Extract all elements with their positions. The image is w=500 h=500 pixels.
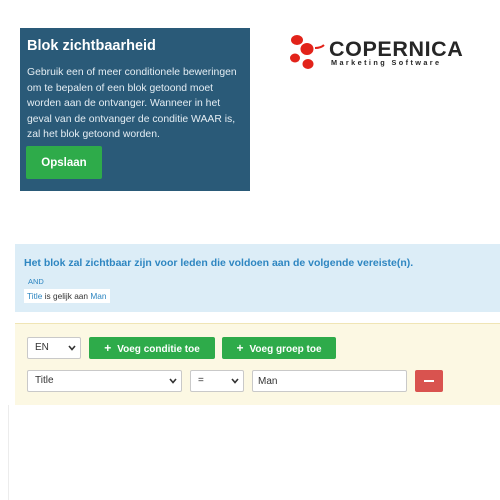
- language-select[interactable]: EN: [27, 337, 81, 359]
- save-button[interactable]: Opslaan: [26, 146, 102, 179]
- summary-operator: AND: [28, 277, 44, 286]
- logo-tagline: Marketing Software: [331, 58, 442, 67]
- remove-condition-button[interactable]: [415, 370, 443, 392]
- summary-condition-field: Title: [27, 291, 43, 301]
- language-select-value: EN: [35, 342, 49, 353]
- chevron-down-icon: [231, 378, 239, 384]
- add-group-label: Voeg groep toe: [249, 344, 322, 355]
- summary-condition-value: Man: [90, 291, 107, 301]
- condition-value-input[interactable]: [252, 370, 407, 392]
- field-select-value: Title: [35, 375, 54, 386]
- condition-summary: Het blok zal zichtbaar zijn voor leden d…: [15, 244, 500, 312]
- chevron-down-icon: [68, 345, 76, 351]
- add-group-button[interactable]: + Voeg groep toe: [222, 337, 336, 359]
- condition-editor: EN + Voeg conditie toe + Voeg groep toe Ti…: [15, 323, 500, 405]
- field-select[interactable]: Title: [27, 370, 182, 392]
- operator-select[interactable]: =: [190, 370, 244, 392]
- info-card-description: Gebruik een of meer conditionele bewerin…: [27, 67, 237, 140]
- info-card-title: Blok zichtbaarheid: [27, 38, 156, 54]
- summary-condition-relation: is gelijk aan: [44, 291, 89, 301]
- logo-mark-icon: [290, 35, 325, 69]
- chevron-down-icon: [169, 378, 177, 384]
- summary-condition: Title is gelijk aan Man: [24, 289, 110, 303]
- plus-icon: +: [236, 341, 244, 355]
- content-panel: [8, 405, 500, 500]
- copernica-logo: COPERNICA Marketing Software: [288, 34, 498, 72]
- summary-heading: Het blok zal zichtbaar zijn voor leden d…: [24, 257, 414, 269]
- operator-select-value: =: [198, 375, 204, 386]
- info-card: Blok zichtbaarheid Gebruik een of meer c…: [20, 28, 250, 191]
- add-condition-label: Voeg conditie toe: [117, 344, 200, 355]
- minus-icon: [424, 380, 434, 382]
- plus-icon: +: [104, 341, 112, 355]
- add-condition-button[interactable]: + Voeg conditie toe: [89, 337, 215, 359]
